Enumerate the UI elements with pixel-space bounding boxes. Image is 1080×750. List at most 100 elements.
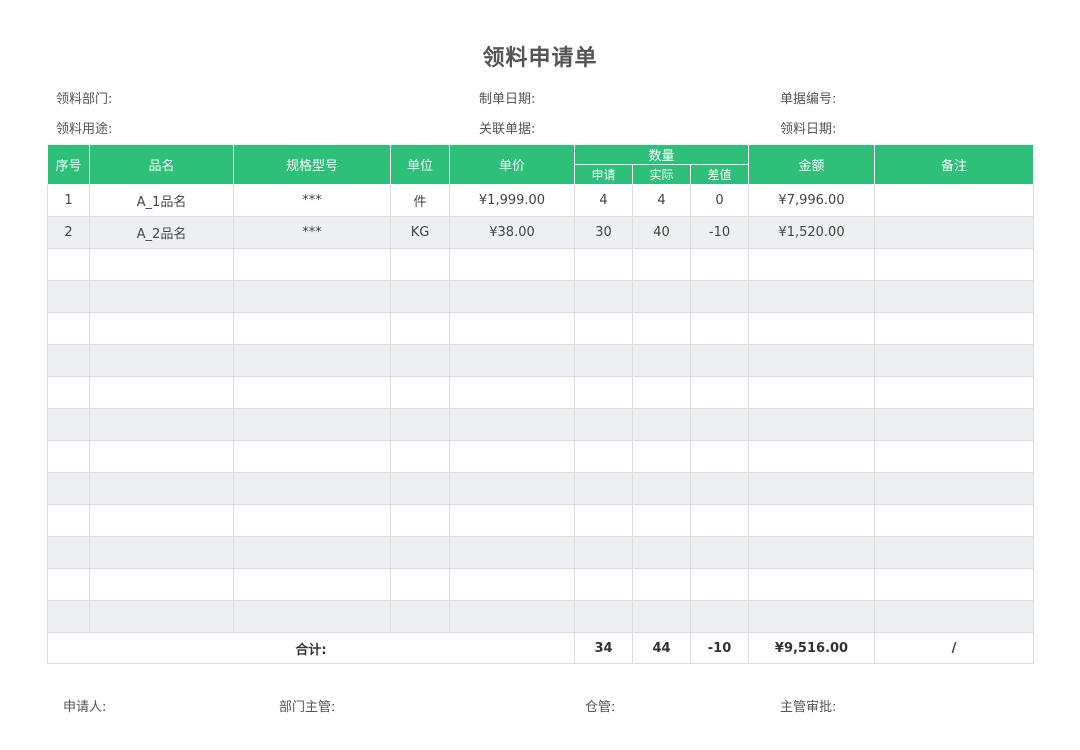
empty-cell	[89, 568, 234, 601]
empty-row	[47, 280, 1035, 313]
empty-cell	[689, 376, 750, 409]
empty-row	[47, 376, 1035, 409]
empty-cell	[47, 472, 90, 505]
empty-cell	[574, 408, 633, 441]
empty-cell	[574, 248, 633, 281]
empty-cell	[390, 248, 450, 281]
empty-cell	[632, 376, 691, 409]
empty-cell	[632, 504, 691, 537]
empty-cell	[632, 280, 691, 313]
cell-unit: KG	[390, 216, 450, 249]
empty-cell	[574, 504, 633, 537]
cell-seq: 2	[47, 216, 90, 249]
empty-cell	[233, 472, 391, 505]
empty-cell	[89, 376, 234, 409]
empty-cell	[89, 600, 234, 633]
empty-cell	[233, 280, 391, 313]
empty-cell	[874, 536, 1035, 569]
empty-cell	[574, 344, 633, 377]
cell-qty-diff: -10	[689, 216, 750, 249]
empty-cell	[874, 440, 1035, 473]
header-qty-apply: 申请	[574, 164, 633, 185]
empty-cell	[689, 344, 750, 377]
empty-cell	[574, 280, 633, 313]
empty-cell	[390, 312, 450, 345]
header-qty-actual: 实际	[632, 164, 691, 185]
total-label: 合计:	[47, 632, 575, 664]
cell-name: A_2品名	[89, 216, 234, 249]
empty-cell	[748, 344, 876, 377]
empty-cell	[574, 600, 633, 633]
empty-cell	[449, 536, 575, 569]
empty-cell	[89, 280, 234, 313]
empty-row	[47, 344, 1035, 377]
cell-qty-apply: 4	[574, 184, 633, 217]
empty-row	[47, 472, 1035, 505]
header-spec: 规格型号	[233, 144, 391, 185]
empty-cell	[390, 568, 450, 601]
empty-cell	[390, 280, 450, 313]
empty-cell	[689, 504, 750, 537]
header-name: 品名	[89, 144, 234, 185]
empty-cell	[874, 248, 1035, 281]
table-row: 1 A_1品名 *** 件 ¥1,999.00 4 4 0 ¥7,996.00	[47, 184, 1035, 217]
empty-cell	[574, 376, 633, 409]
empty-cell	[390, 408, 450, 441]
total-row: 合计: 34 44 -10 ¥9,516.00 /	[47, 632, 1035, 664]
empty-cell	[233, 376, 391, 409]
cell-qty-apply: 30	[574, 216, 633, 249]
empty-cell	[689, 248, 750, 281]
empty-cell	[874, 568, 1035, 601]
empty-cell	[47, 440, 90, 473]
empty-cell	[748, 280, 876, 313]
empty-cell	[632, 600, 691, 633]
cell-note	[874, 216, 1035, 249]
empty-cell	[89, 536, 234, 569]
empty-cell	[574, 440, 633, 473]
header-amount: 金额	[748, 144, 876, 185]
empty-cell	[89, 440, 234, 473]
empty-cell	[449, 504, 575, 537]
doc-no-label: 单据编号:	[780, 92, 837, 107]
empty-cell	[47, 408, 90, 441]
empty-cell	[449, 344, 575, 377]
empty-cell	[233, 408, 391, 441]
form-title: 领料申请单	[482, 46, 598, 71]
empty-cell	[390, 472, 450, 505]
header-qty-diff: 差值	[689, 164, 750, 185]
empty-cell	[748, 600, 876, 633]
cell-name: A_1品名	[89, 184, 234, 217]
empty-cell	[89, 312, 234, 345]
empty-cell	[449, 312, 575, 345]
total-amount: ¥9,516.00	[748, 632, 876, 664]
empty-cell	[233, 504, 391, 537]
table-row: 2 A_2品名 *** KG ¥38.00 30 40 -10 ¥1,520.0…	[47, 216, 1035, 249]
empty-cell	[233, 440, 391, 473]
cell-price: ¥1,999.00	[449, 184, 575, 217]
header-unit: 单位	[390, 144, 450, 185]
empty-cell	[874, 408, 1035, 441]
empty-cell	[47, 568, 90, 601]
empty-cell	[390, 536, 450, 569]
empty-cell	[47, 536, 90, 569]
empty-cell	[449, 472, 575, 505]
empty-cell	[874, 312, 1035, 345]
empty-row	[47, 312, 1035, 345]
empty-cell	[449, 440, 575, 473]
empty-cell	[233, 600, 391, 633]
cell-qty-diff: 0	[689, 184, 750, 217]
empty-cell	[574, 472, 633, 505]
empty-row	[47, 504, 1035, 537]
empty-cell	[632, 440, 691, 473]
empty-cell	[874, 376, 1035, 409]
empty-cell	[874, 344, 1035, 377]
empty-row	[47, 408, 1035, 441]
empty-cell	[748, 248, 876, 281]
empty-cell	[89, 504, 234, 537]
empty-cell	[632, 248, 691, 281]
empty-cell	[748, 408, 876, 441]
empty-cell	[689, 536, 750, 569]
empty-cell	[632, 568, 691, 601]
related-doc-label: 关联单据:	[479, 122, 536, 137]
cell-price: ¥38.00	[449, 216, 575, 249]
